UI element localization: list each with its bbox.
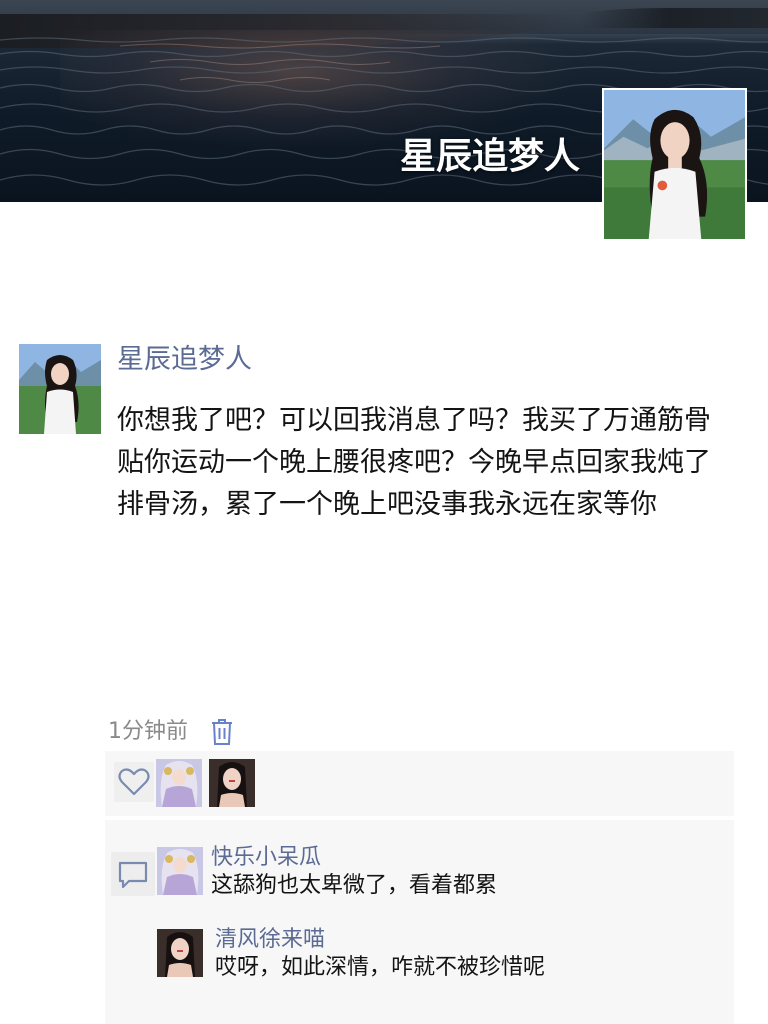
comment-avatar[interactable] [157,847,203,895]
comment-text: 这舔狗也太卑微了，看着都累 [211,873,498,898]
trash-icon[interactable] [210,717,234,747]
comment-icon[interactable] [111,852,155,896]
heart-icon[interactable] [114,762,154,802]
comments-panel: 快乐小呆瓜 这舔狗也太卑微了，看着都累 清风徐来喵 哎呀，如此深情，咋就不被珍惜… [105,820,734,1024]
post-meta: 1分钟前 [108,716,234,748]
post-content: 你想我了吧？可以回我消息了吗？我买了万通筋骨贴你运动一个晚上腰很疼吧？今晚早点回… [117,405,711,520]
like-avatar-1[interactable] [156,759,202,807]
post-time: 1分钟前 [108,719,188,744]
comment-text: 哎呀，如此深情，咋就不被珍惜呢 [215,955,546,980]
comment-avatar[interactable] [157,929,203,977]
profile-avatar[interactable] [602,88,747,241]
comment-user[interactable]: 快乐小呆瓜 [211,843,321,873]
profile-name[interactable]: 星辰追梦人 [400,132,580,182]
cover-shore-right [580,8,768,28]
post-author-name[interactable]: 星辰追梦人 [117,340,252,380]
post-author-avatar[interactable] [19,344,101,434]
likes-panel [105,751,734,816]
comment-user[interactable]: 清风徐来喵 [215,925,325,955]
like-avatar-2[interactable] [209,759,255,807]
